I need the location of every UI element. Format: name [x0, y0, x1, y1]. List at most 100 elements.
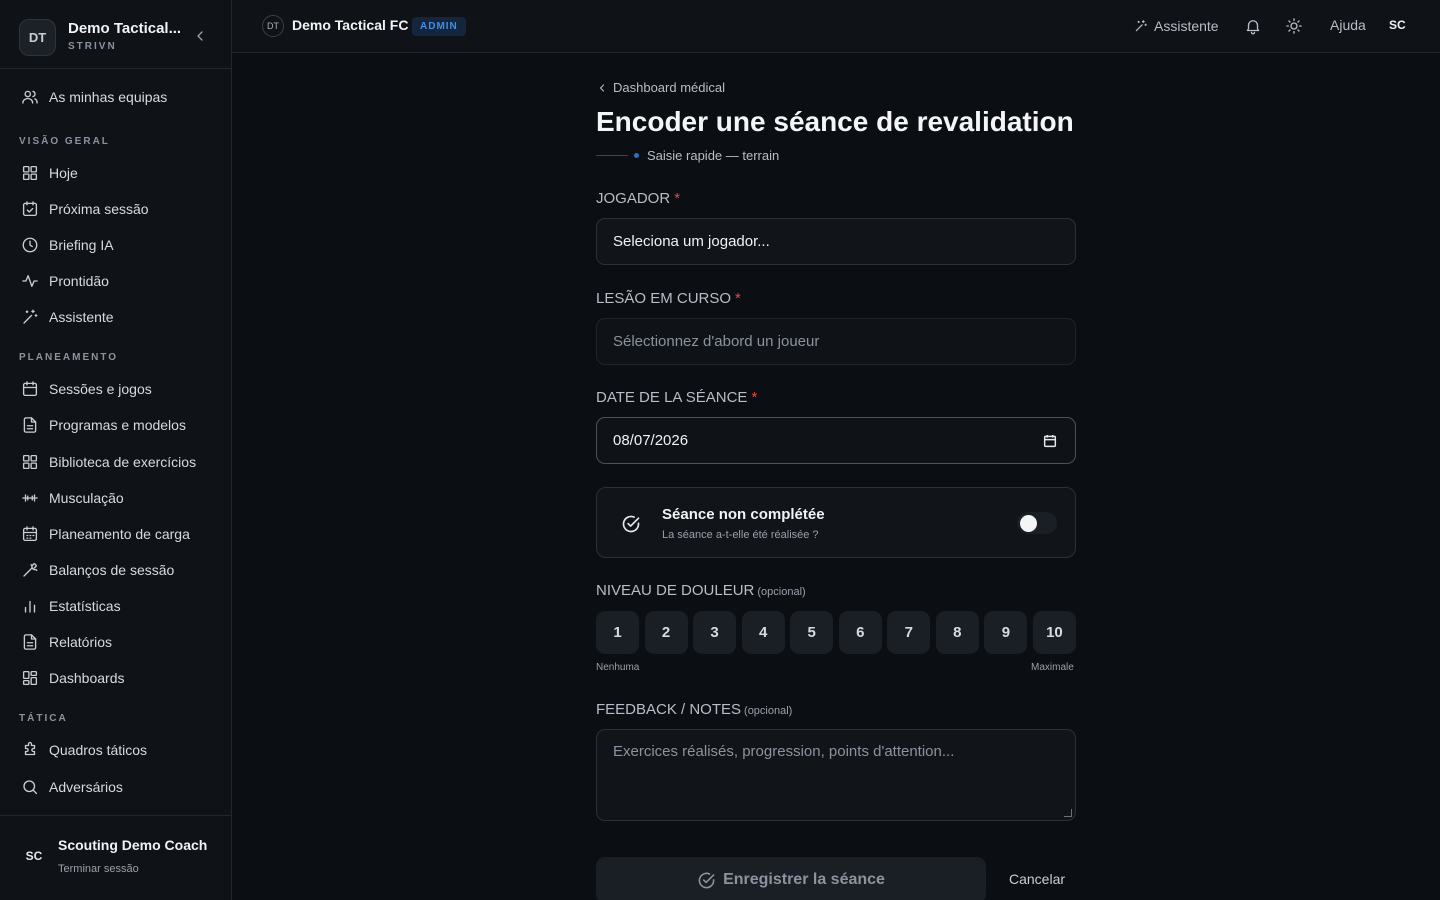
notes-label: FEEDBACK / NOTES (opcional) — [596, 701, 792, 718]
sidebar-item-opponents[interactable]: Adversários — [12, 771, 220, 803]
session-date-input[interactable]: 08/07/2026 — [596, 417, 1076, 464]
pain-level-button[interactable]: 1 — [596, 611, 639, 654]
pain-level-button[interactable]: 2 — [644, 611, 688, 654]
grid-icon — [22, 165, 38, 181]
pain-level-button[interactable]: 7 — [887, 611, 931, 654]
pain-level-button[interactable]: 10 — [1032, 611, 1076, 654]
sidebar-item-label: Sessões e jogos — [49, 381, 152, 397]
notes-label-text: FEEDBACK / NOTES — [596, 701, 742, 718]
player-label: JOGADOR * — [596, 190, 680, 207]
users-icon — [22, 90, 38, 104]
subtitle-dot — [634, 153, 639, 158]
sidebar-item-session-reviews[interactable]: Balanços de sessão — [12, 554, 220, 586]
sidebar-item-tactical-boards[interactable]: Quadros táticos — [12, 734, 220, 766]
sidebar-item-label: Planeamento de carga — [49, 526, 190, 542]
team-avatar: DT — [262, 15, 284, 37]
required-mark: * — [674, 190, 681, 207]
file-text-icon — [23, 634, 37, 650]
section-title-tactics: TÁTICA — [19, 713, 68, 724]
pain-level-button[interactable]: 8 — [935, 611, 979, 654]
save-session-button[interactable]: Enregistrer la séance — [596, 857, 986, 900]
resize-handle[interactable] — [1064, 809, 1072, 817]
optional-mark: (opcional) — [744, 705, 793, 717]
calendar-icon — [22, 381, 38, 397]
check-circle-icon — [698, 872, 715, 888]
player-label-text: JOGADOR — [596, 190, 671, 207]
sidebar: DT Demo Tactical... STRIVN As minhas equ… — [0, 0, 232, 900]
date-value: 08/07/2026 — [613, 432, 689, 449]
sidebar-item-sessions-games[interactable]: Sessões e jogos — [12, 373, 220, 405]
cancel-button[interactable]: Cancelar — [1009, 871, 1065, 887]
user-menu[interactable]: SC — [1389, 18, 1406, 32]
save-label: Enregistrer la séance — [723, 871, 885, 888]
activity-icon — [22, 275, 38, 287]
sidebar-item-next-session[interactable]: Próxima sessão — [12, 193, 220, 225]
pain-label: NIVEAU DE DOULEUR (opcional) — [596, 582, 806, 599]
back-link[interactable]: Dashboard médical — [596, 80, 725, 95]
pain-level-button[interactable]: 6 — [838, 611, 882, 654]
pain-level-button[interactable]: 4 — [741, 611, 785, 654]
topbar: DT Demo Tactical FC ADMIN Assistente Aju… — [232, 0, 1440, 53]
sidebar-item-label: Musculação — [49, 490, 124, 506]
pain-scale: 1 2 3 4 5 6 7 8 9 10 — [596, 611, 1076, 654]
sidebar-item-reports[interactable]: Relatórios — [12, 626, 220, 658]
sidebar-item-label: Próxima sessão — [49, 201, 149, 217]
sidebar-item-briefing-ia[interactable]: Briefing IA — [12, 229, 220, 261]
notes-placeholder: Exercices réalisés, progression, points … — [613, 743, 955, 760]
sidebar-item-programs[interactable]: Programas e modelos — [12, 409, 220, 441]
sidebar-item-today[interactable]: Hoje — [12, 157, 220, 189]
chevron-left-icon[interactable] — [192, 28, 208, 44]
user-avatar: SC — [25, 849, 43, 863]
sidebar-item-label: Biblioteca de exercícios — [49, 454, 197, 470]
user-name: Scouting Demo Coach — [58, 837, 208, 853]
sidebar-item-label: Briefing IA — [49, 237, 114, 253]
page-title: Encoder une séance de revalidation — [596, 106, 1074, 137]
page-subtitle: Saisie rapide — terrain — [596, 148, 779, 163]
sidebar-item-label: Dashboards — [49, 670, 125, 686]
sidebar-item-label: Programas e modelos — [49, 417, 186, 433]
pain-scale-max: Maximale — [1031, 662, 1074, 673]
user-block: SC Scouting Demo Coach Terminar sessão — [0, 815, 231, 900]
pain-level-button[interactable]: 9 — [984, 611, 1028, 654]
calendar-check-icon — [22, 201, 38, 217]
incomplete-session-card[interactable]: Séance non complétée La séance a-t-elle … — [596, 487, 1076, 558]
section-title-overview: VISÃO GERAL — [19, 136, 110, 147]
sidebar-item-label: Prontidão — [49, 273, 109, 289]
notes-textarea[interactable]: Exercices réalisés, progression, points … — [596, 729, 1076, 821]
sidebar-item-readiness[interactable]: Prontidão — [12, 265, 220, 297]
sidebar-item-assistant[interactable]: Assistente — [12, 301, 220, 333]
injury-select[interactable]: Sélectionnez d'abord un joueur — [596, 318, 1076, 365]
workspace-name: Demo Tactical... — [68, 20, 182, 37]
calendar-icon[interactable] — [1042, 433, 1058, 449]
sidebar-item-my-teams[interactable]: As minhas equipas — [12, 81, 220, 113]
sidebar-item-load-planning[interactable]: Planeamento de carga — [12, 518, 220, 550]
pain-level-button[interactable]: 3 — [693, 611, 737, 654]
bar-chart-icon — [24, 600, 36, 613]
help-link[interactable]: Ajuda — [1330, 17, 1366, 33]
sidebar-item-exercise-library[interactable]: Biblioteca de exercícios — [12, 446, 220, 478]
logout-link[interactable]: Terminar sessão — [58, 863, 139, 875]
sidebar-item-strength[interactable]: Musculação — [12, 482, 220, 514]
sun-icon[interactable] — [1285, 17, 1303, 35]
pain-level-button[interactable]: 5 — [790, 611, 834, 654]
clock-icon — [22, 237, 38, 253]
assistant-button[interactable]: Assistente — [1134, 16, 1219, 36]
puzzle-icon — [24, 741, 36, 756]
incomplete-toggle[interactable] — [1017, 512, 1057, 534]
required-mark: * — [735, 290, 741, 307]
dumbbell-icon — [22, 494, 38, 502]
optional-mark: (opcional) — [757, 586, 806, 598]
bell-icon[interactable] — [1244, 17, 1262, 35]
sidebar-item-label: Assistente — [49, 309, 114, 325]
subtitle-line — [596, 155, 628, 156]
workspace-switcher[interactable]: DT Demo Tactical... STRIVN — [0, 0, 231, 69]
sidebar-item-dashboards[interactable]: Dashboards — [12, 662, 220, 694]
sidebar-item-statistics[interactable]: Estatísticas — [12, 590, 220, 622]
pain-label-text: NIVEAU DE DOULEUR — [596, 582, 755, 599]
role-badge: ADMIN — [412, 17, 466, 36]
search-icon — [23, 780, 38, 795]
workspace-subtitle: STRIVN — [68, 41, 117, 52]
team-name: Demo Tactical FC — [292, 17, 409, 33]
player-select[interactable]: Seleciona um jogador... — [596, 218, 1076, 265]
sparkles-icon — [1135, 20, 1147, 32]
